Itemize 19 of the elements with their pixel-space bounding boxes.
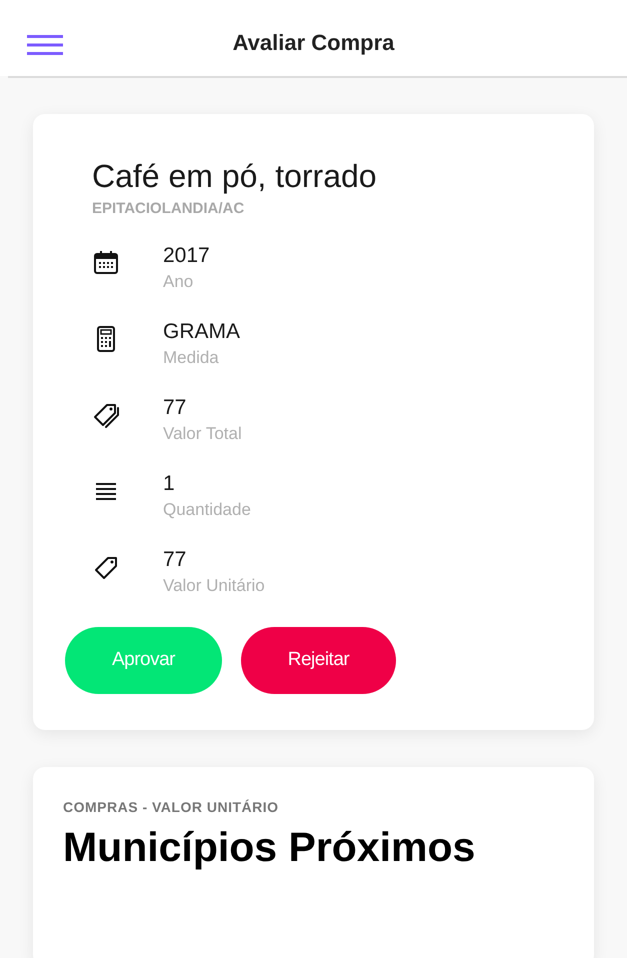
section-title: Municípios Próximos (63, 822, 476, 872)
detail-value: 1 (163, 470, 176, 496)
detail-label: Medida (163, 346, 220, 368)
reject-button[interactable]: Rejeitar (241, 626, 396, 694)
detail-value: 77 (163, 546, 188, 572)
page-title: Avaliar Compra (232, 28, 394, 57)
location-label: EPITACIOLANDIA/AC (92, 199, 246, 219)
detail-value: 77 (163, 394, 188, 420)
detail-label: Valor Unitário (163, 574, 265, 596)
section-subtitle: COMPRAS - VALOR UNITÁRIO (63, 798, 280, 816)
product-title: Café em pó, torrado (92, 157, 378, 196)
detail-value: GRAMA (163, 318, 240, 344)
detail-label: Quantidade (163, 498, 251, 520)
menu-icon (27, 34, 63, 56)
detail-value: 2017 (163, 242, 210, 268)
menu-button[interactable] (26, 33, 64, 57)
detail-label: Ano (163, 270, 194, 292)
calendar-icon (92, 248, 120, 276)
detail-label: Valor Total (163, 422, 242, 444)
